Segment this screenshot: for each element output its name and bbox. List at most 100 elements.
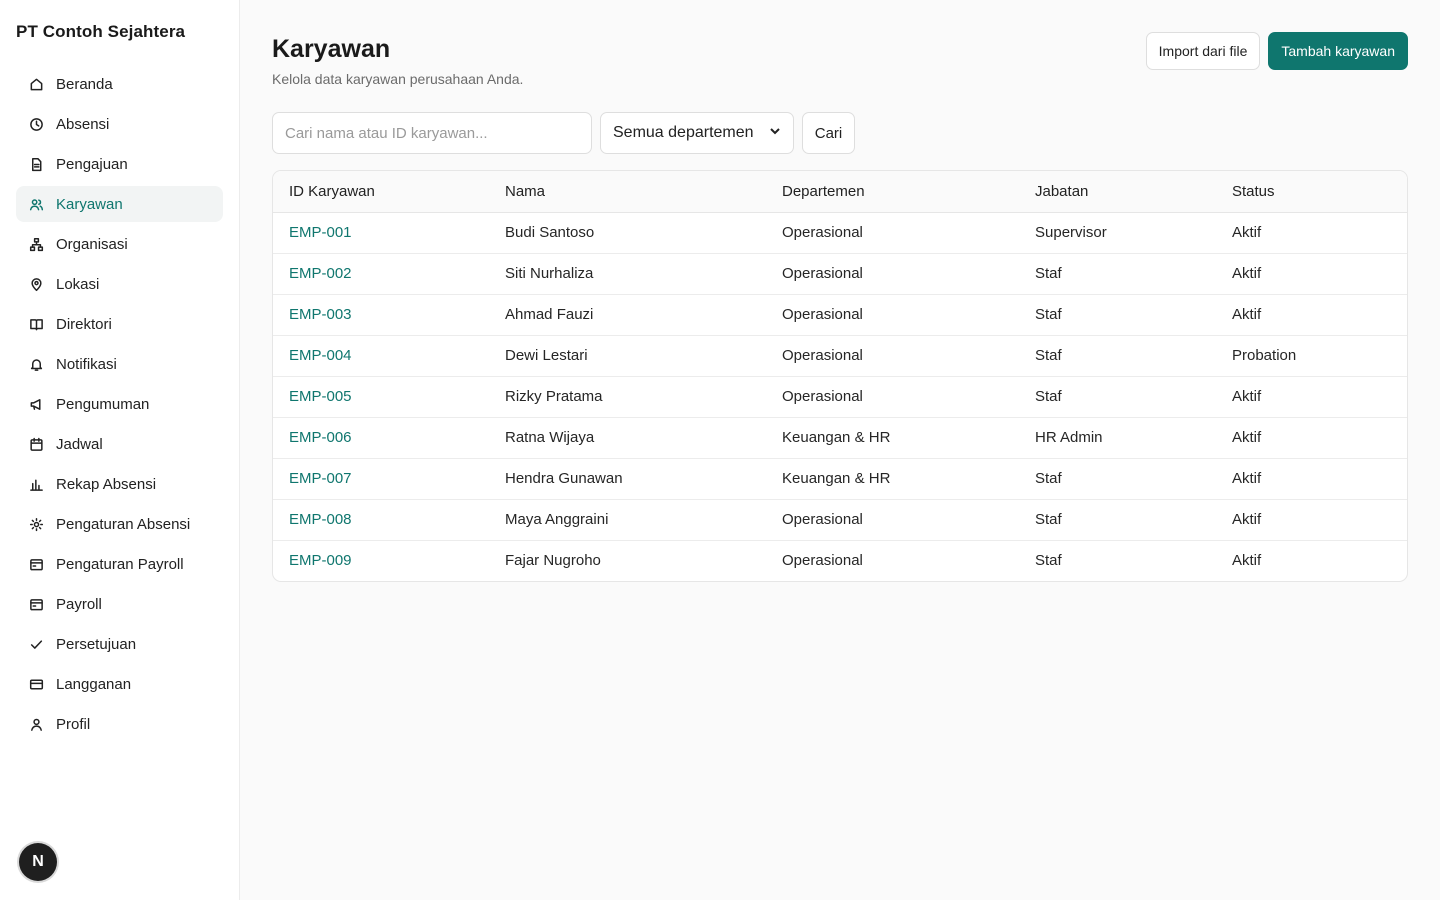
filter-bar: Semua departemen Cari — [272, 112, 1408, 154]
sidebar-item-label: Langganan — [56, 675, 132, 693]
position-cell: Supervisor — [1019, 212, 1216, 254]
credit-card-icon — [28, 676, 44, 692]
employee-name-cell: Dewi Lestari — [489, 335, 766, 377]
sidebar-item-label: Payroll — [56, 595, 102, 613]
bar-chart-icon — [28, 476, 44, 492]
avatar[interactable]: N — [19, 843, 57, 881]
status-cell: Aktif — [1216, 458, 1407, 500]
employee-table: ID Karyawan Nama Departemen Jabatan Stat… — [272, 170, 1408, 582]
table-row[interactable]: EMP-009 Fajar Nugroho Operasional Staf Aktif — [273, 540, 1407, 581]
table-row[interactable]: EMP-003 Ahmad Fauzi Operasional Staf Aktif — [273, 294, 1407, 336]
table-row[interactable]: EMP-007 Hendra Gunawan Keuangan & HR Staf Ak… — [273, 458, 1407, 500]
sidebar-item-label: Pengumuman — [56, 395, 150, 413]
department-select-value: Semua departemen — [613, 124, 754, 141]
clock-icon — [28, 116, 44, 132]
table-row[interactable]: EMP-006 Ratna Wijaya Keuangan & HR HR Admin… — [273, 417, 1407, 459]
position-cell: HR Admin — [1019, 417, 1216, 459]
position-cell: Staf — [1019, 499, 1216, 541]
table-header-row: ID Karyawan Nama Departemen Jabatan Stat… — [273, 171, 1407, 213]
home-icon — [28, 76, 44, 92]
employee-id-cell[interactable]: EMP-006 — [273, 417, 489, 459]
column-header-department[interactable]: Departemen — [766, 171, 1019, 213]
table-row[interactable]: EMP-005 Rizky Pratama Operasional Staf Aktif — [273, 376, 1407, 418]
sidebar-item-organisasi[interactable]: Organisasi — [16, 226, 223, 262]
search-input[interactable] — [272, 112, 592, 154]
sidebar-item-payroll[interactable]: Payroll — [16, 586, 223, 622]
calendar-icon — [28, 436, 44, 452]
employee-id-cell[interactable]: EMP-003 — [273, 294, 489, 336]
department-cell: Operasional — [766, 253, 1019, 295]
column-header-status[interactable]: Status — [1216, 171, 1407, 213]
employee-id-cell[interactable]: EMP-002 — [273, 253, 489, 295]
employee-id-cell[interactable]: EMP-008 — [273, 499, 489, 541]
sidebar-item-jadwal[interactable]: Jadwal — [16, 426, 223, 462]
department-cell: Keuangan & HR — [766, 417, 1019, 459]
sidebar-item-notifikasi[interactable]: Notifikasi — [16, 346, 223, 382]
employee-id-cell[interactable]: EMP-005 — [273, 376, 489, 418]
employee-id-cell[interactable]: EMP-004 — [273, 335, 489, 377]
table-row[interactable]: EMP-008 Maya Anggraini Operasional Staf Akti… — [273, 499, 1407, 541]
users-icon — [28, 196, 44, 212]
sidebar-item-langganan[interactable]: Langganan — [16, 666, 223, 702]
table-row[interactable]: EMP-001 Budi Santoso Operasional Supervisor… — [273, 212, 1407, 254]
status-cell: Aktif — [1232, 552, 1262, 570]
sidebar-item-pengumuman[interactable]: Pengumuman — [16, 386, 223, 422]
sidebar-item-label: Rekap Absensi — [56, 475, 157, 493]
status-cell: Aktif — [1216, 294, 1407, 336]
page-subtitle: Kelola data karyawan perusahaan Anda. — [272, 71, 524, 87]
sidebar-item-label: Notifikasi — [56, 355, 117, 373]
map-pin-icon — [28, 276, 44, 292]
sidebar-item-label: Beranda — [56, 75, 113, 93]
table-row[interactable]: EMP-002 Siti Nurhaliza Operasional Staf Akti… — [273, 253, 1407, 295]
sidebar-item-label: Jadwal — [56, 435, 103, 453]
employee-name-cell: Rizky Pratama — [489, 376, 766, 418]
sidebar-item-label: Pengajuan — [56, 155, 128, 173]
import-file-button[interactable]: Import dari file — [1145, 32, 1261, 70]
employee-id-cell[interactable]: EMP-007 — [273, 458, 489, 500]
employee-name-cell: Ratna Wijaya — [489, 417, 766, 459]
status-cell: Probation — [1216, 335, 1407, 377]
sidebar-item-label: Organisasi — [56, 235, 128, 253]
sidebar-item-direktori[interactable]: Direktori — [16, 306, 223, 342]
employee-name-cell: Hendra Gunawan — [489, 458, 766, 500]
position-cell: Staf — [1019, 253, 1216, 295]
sidebar-item-pengajuan[interactable]: Pengajuan — [16, 146, 223, 182]
employee-id-cell[interactable]: EMP-009 — [273, 540, 489, 581]
user-icon — [28, 716, 44, 732]
sidebar-item-pengaturan-absensi[interactable]: Pengaturan Absensi — [16, 506, 223, 542]
sidebar-item-absensi[interactable]: Absensi — [16, 106, 223, 142]
add-employee-button[interactable]: Tambah karyawan — [1268, 32, 1408, 70]
header-actions: Import dari file Tambah karyawan — [1145, 32, 1408, 70]
sidebar-item-beranda[interactable]: Beranda — [16, 66, 223, 102]
employee-id-cell[interactable]: EMP-001 — [273, 212, 489, 254]
status-cell: Aktif — [1216, 253, 1407, 295]
employee-name-cell: Fajar Nugroho — [505, 552, 601, 570]
column-header-position[interactable]: Jabatan — [1019, 171, 1216, 213]
department-cell: Operasional — [766, 294, 1019, 336]
company-name: PT Contoh Sejahtera — [16, 22, 186, 41]
table-row[interactable]: EMP-004 Dewi Lestari Operasional Staf Probat… — [273, 335, 1407, 377]
sidebar-item-persetujuan[interactable]: Persetujuan — [16, 626, 223, 662]
position-cell: Staf — [1019, 376, 1216, 418]
employee-name-cell: Maya Anggraini — [489, 499, 766, 541]
sidebar: PT Contoh Sejahtera Beranda Absensi Pengaj… — [0, 0, 240, 900]
sidebar-item-lokasi[interactable]: Lokasi — [16, 266, 223, 302]
department-cell: Keuangan & HR — [766, 458, 1019, 500]
sidebar-item-pengaturan-payroll[interactable]: Pengaturan Payroll — [16, 546, 223, 582]
megaphone-icon — [28, 396, 44, 412]
department-select[interactable]: Semua departemen — [600, 112, 794, 154]
department-cell: Operasional — [782, 552, 863, 570]
chevron-down-icon — [769, 124, 781, 142]
position-cell: Staf — [1019, 458, 1216, 500]
status-cell: Aktif — [1216, 417, 1407, 459]
sidebar-item-label: Karyawan — [56, 195, 123, 213]
sidebar-item-label: Persetujuan — [56, 635, 137, 653]
column-header-name[interactable]: Nama — [489, 171, 766, 213]
sidebar-item-label: Lokasi — [56, 275, 100, 293]
sidebar-item-karyawan[interactable]: Karyawan — [16, 186, 223, 222]
column-header-id[interactable]: ID Karyawan — [273, 171, 489, 213]
search-button[interactable]: Cari — [802, 112, 855, 154]
sidebar-item-profil[interactable]: Profil — [16, 706, 223, 742]
main-content: Karyawan Kelola data karyawan perusahaan… — [272, 32, 1408, 582]
sidebar-item-rekap-absensi[interactable]: Rekap Absensi — [16, 466, 223, 502]
